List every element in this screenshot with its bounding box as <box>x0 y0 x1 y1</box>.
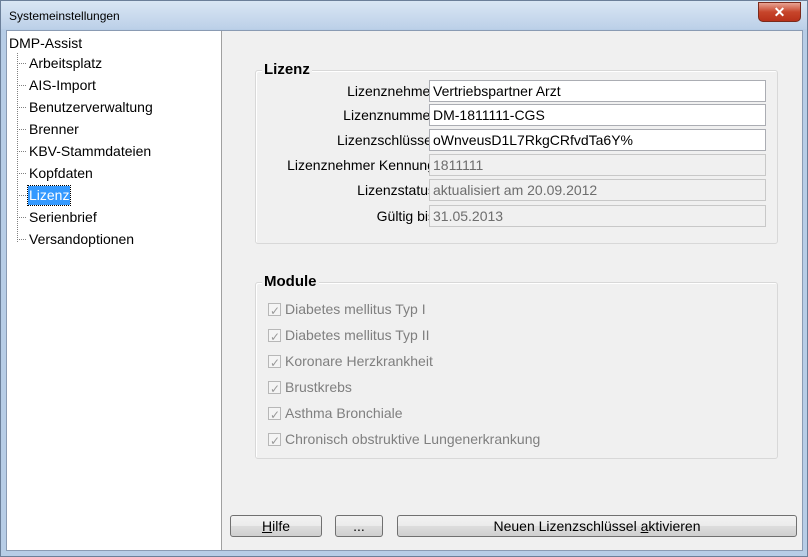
module-brustkrebs[interactable]: Brustkrebs <box>268 376 352 400</box>
licensee-id-field: 1811111 <box>429 154 766 176</box>
tree-item-versandoptionen[interactable]: Versandoptionen <box>16 230 135 249</box>
activate-license-button[interactable]: Neuen Lizenzschlüssel aktivieren <box>397 515 797 537</box>
window-title: Systemeinstellungen <box>9 9 120 23</box>
tree-root[interactable]: DMP-Assist <box>9 35 82 51</box>
settings-panel: Lizenz Lizenznehmer Vertriebspartner Arz… <box>223 31 802 550</box>
module-diabetes-1[interactable]: Diabetes mellitus Typ I <box>268 298 426 322</box>
tree-item-arbeitsplatz[interactable]: Arbeitsplatz <box>16 54 103 73</box>
help-button[interactable]: Hilfe <box>230 515 322 537</box>
help-button-mnemonic: H <box>261 518 273 534</box>
checkbox-checked-icon <box>268 352 281 374</box>
tree-item-benutzerverwaltung[interactable]: Benutzerverwaltung <box>17 98 154 117</box>
module-label: Brustkrebs <box>285 379 352 395</box>
module-label: Diabetes mellitus Typ I <box>285 301 426 317</box>
checkbox-checked-icon <box>268 326 281 348</box>
license-status-field: aktualisiert am 20.09.2012 <box>429 179 766 201</box>
licensee-id-label: Lizenznehmer Kennung <box>287 157 435 173</box>
modules-group: Module Diabetes mellitus Typ I Diabetes … <box>255 273 778 459</box>
license-key-label: Lizenzschlüssel <box>336 132 435 148</box>
more-button[interactable]: ... <box>335 515 383 537</box>
title-bar[interactable]: Systemeinstellungen ✕ <box>1 1 807 29</box>
valid-until-label: Gültig bis <box>376 208 435 224</box>
checkbox-checked-icon <box>268 430 281 452</box>
settings-window: Systemeinstellungen ✕ DMP-Assist Arbeits… <box>0 0 808 557</box>
license-status-label: Lizenzstatus <box>357 182 435 198</box>
close-icon: ✕ <box>773 4 786 20</box>
module-khk[interactable]: Koronare Herzkrankheit <box>268 350 433 374</box>
tree-item-ais-import[interactable]: AIS-Import <box>17 76 97 95</box>
checkbox-checked-icon <box>268 404 281 426</box>
activate-button-text-pre: Neuen Lizenzschlüssel <box>493 518 641 534</box>
settings-tree: DMP-Assist Arbeitsplatz AIS-Import Benut… <box>7 31 222 550</box>
module-label: Asthma Bronchiale <box>285 405 403 421</box>
tree-item-serienbrief[interactable]: Serienbrief <box>17 208 98 227</box>
tree-item-kopfdaten[interactable]: Kopfdaten <box>17 164 94 183</box>
module-diabetes-2[interactable]: Diabetes mellitus Typ II <box>268 324 430 348</box>
module-copd[interactable]: Chronisch obstruktive Lungenerkrankung <box>268 428 541 452</box>
modules-group-title: Module <box>262 273 319 290</box>
license-group-title: Lizenz <box>262 61 312 78</box>
license-number-input[interactable]: DM-1811111-CGS <box>429 104 766 126</box>
tree-item-lizenz[interactable]: Lizenz <box>16 185 72 206</box>
licensee-label: Lizenznehmer <box>347 83 435 99</box>
tree-item-brenner[interactable]: Brenner <box>17 120 80 139</box>
license-key-input[interactable]: oWnveusD1L7RkgCRfvdTa6Y% <box>429 129 766 151</box>
license-group: Lizenz Lizenznehmer Vertriebspartner Arz… <box>255 61 778 244</box>
licensee-input[interactable]: Vertriebspartner Arzt <box>429 80 766 102</box>
tree-item-kbv-stammdateien[interactable]: KBV-Stammdateien <box>16 142 152 161</box>
close-button[interactable]: ✕ <box>758 2 801 22</box>
checkbox-checked-icon <box>268 300 281 322</box>
module-label: Chronisch obstruktive Lungenerkrankung <box>285 431 541 447</box>
module-asthma[interactable]: Asthma Bronchiale <box>268 402 403 426</box>
valid-until-field: 31.05.2013 <box>429 205 766 227</box>
tree-connector-line <box>17 53 18 242</box>
help-button-text-post: ilfe <box>272 518 291 534</box>
module-label: Koronare Herzkrankheit <box>285 353 433 369</box>
activate-button-text-post: ktivieren <box>648 518 701 534</box>
license-number-label: Lizenznummer <box>343 107 435 123</box>
dialog-client-area: DMP-Assist Arbeitsplatz AIS-Import Benut… <box>6 30 803 551</box>
checkbox-checked-icon <box>268 378 281 400</box>
module-label: Diabetes mellitus Typ II <box>285 327 430 343</box>
